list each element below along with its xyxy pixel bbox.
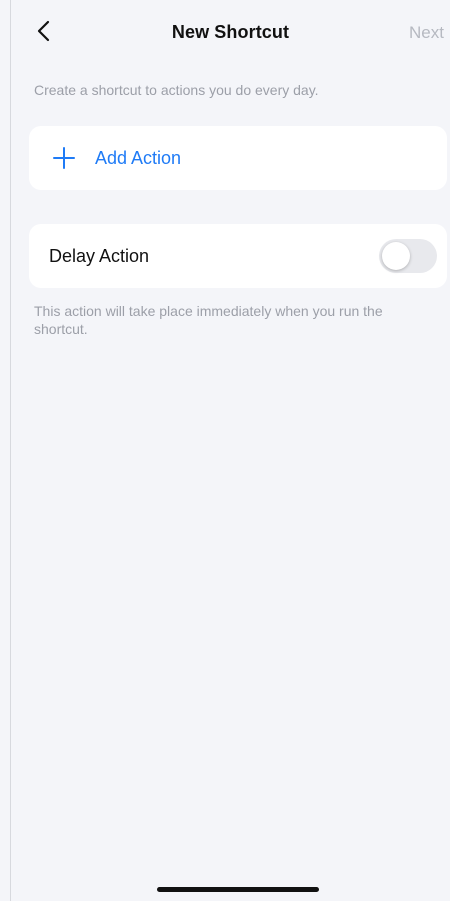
- delay-action-row: Delay Action: [29, 224, 447, 288]
- page-title: New Shortcut: [171, 22, 290, 42]
- new-shortcut-screen: New Shortcut Next Create a shortcut to a…: [10, 0, 450, 901]
- add-action-button[interactable]: Add Action: [29, 126, 447, 190]
- delay-action-toggle[interactable]: [379, 239, 437, 273]
- delay-action-label: Delay Action: [49, 246, 150, 266]
- navigation-bar: New Shortcut Next: [11, 0, 450, 64]
- intro-text: Create a shortcut to actions you do ever…: [34, 82, 319, 98]
- home-indicator: [157, 887, 319, 892]
- next-button[interactable]: Next: [409, 23, 444, 43]
- add-action-label: Add Action: [95, 148, 182, 168]
- delay-action-note: This action will take place immediately …: [34, 303, 383, 337]
- toggle-thumb: [382, 242, 410, 270]
- plus-icon: [53, 147, 75, 169]
